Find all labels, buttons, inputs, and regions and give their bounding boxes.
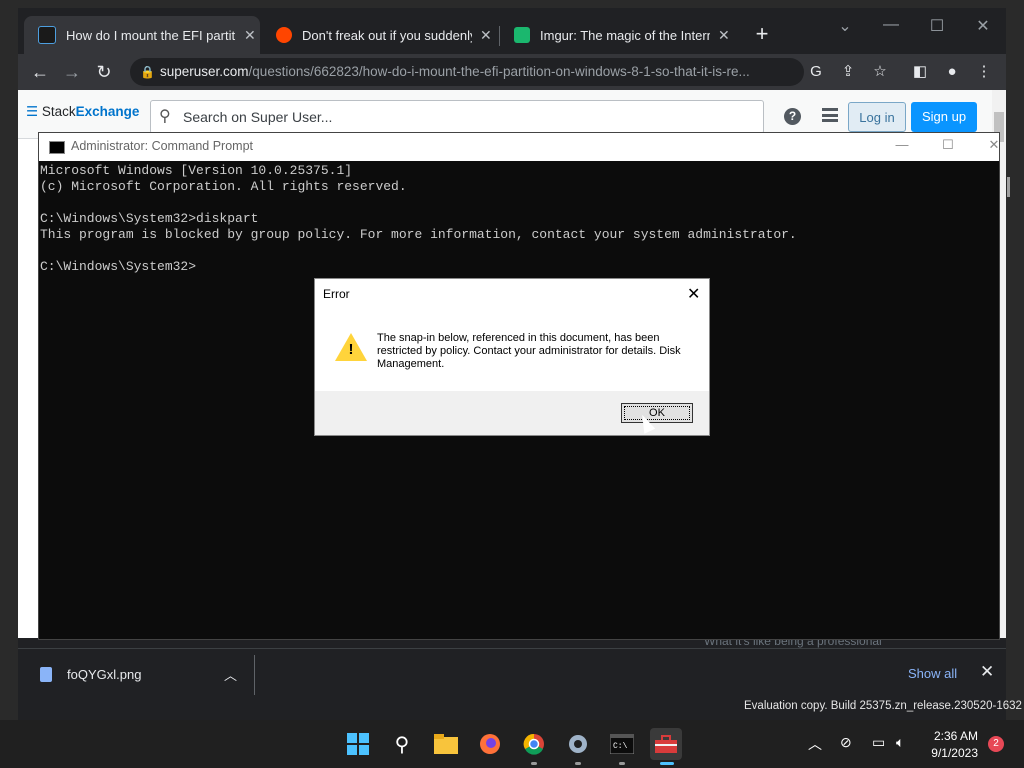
reddit-icon [276,27,292,43]
download-shelf: foQYGxl.png ︿ Show all ✕ [18,648,1006,701]
reload-button[interactable]: ↻ [92,60,116,84]
signup-button[interactable]: Sign up [911,102,977,132]
console-line: Microsoft Windows [Version 10.0.25375.1] [40,163,353,178]
tab-title: Don't freak out if you suddenly c [302,27,472,43]
console-prompt: C:\Windows\System32> [40,259,197,274]
dialog-message: The snap-in below, referenced in this do… [377,332,681,370]
address-bar[interactable]: 🔒 superuser.com/questions/662823/how-do-… [130,58,804,86]
network-off-icon[interactable]: ⊘ [840,734,852,751]
login-button[interactable]: Log in [848,102,906,132]
folder-icon [434,734,458,754]
tab-title: Imgur: The magic of the Internet [540,27,710,43]
console-line: This program is blocked by group policy.… [40,227,797,242]
firefox-icon[interactable] [474,728,506,760]
sidebar-icon[interactable]: ◧ [908,60,932,84]
windows-logo-icon [347,733,369,755]
tab-superuser[interactable]: How do I mount the EFI partitio ✕ [24,16,260,54]
running-indicator [575,762,581,765]
tab-reddit[interactable]: Don't freak out if you suddenly c ✕ [262,16,498,54]
menu-kebab-icon[interactable]: ⋮ [972,60,996,84]
search-icon: ⚲ [159,108,171,125]
search-icon[interactable]: ⚲ [386,728,418,760]
terminal-icon [49,141,65,154]
toolbox-app-icon[interactable] [650,728,682,760]
chevron-up-icon[interactable]: ︿ [808,734,822,754]
forward-button[interactable]: → [60,60,84,84]
minimize-button[interactable]: — [887,137,917,152]
profile-icon[interactable]: ● [940,60,964,84]
close-icon[interactable]: ✕ [687,284,700,304]
new-tab-button[interactable]: + [748,20,776,48]
console-line: C:\Windows\System32>diskpart [40,211,259,226]
search-input[interactable]: ⚲ Search on Super User... [150,100,764,134]
close-window-button[interactable]: ✕ [960,16,1006,36]
svg-text:C:\: C:\ [613,742,628,751]
cmd-title: Administrator: Command Prompt [71,139,254,153]
tab-strip: How do I mount the EFI partitio ✕ Don't … [18,8,1006,54]
close-tab-icon[interactable]: ✕ [244,27,256,44]
close-window-button[interactable]: ✕ [979,137,1009,153]
display-icon[interactable]: ▭ [872,734,885,751]
tab-title: How do I mount the EFI partitio [66,27,236,43]
back-button[interactable]: ← [28,60,52,84]
help-icon[interactable]: ? [784,108,801,125]
browser-toolbar: ← → ↻ 🔒 superuser.com/questions/662823/h… [18,54,1006,90]
console-line: (c) Microsoft Corporation. All rights re… [40,179,407,194]
cmd-scrollbar[interactable] [1007,177,1010,197]
chevron-down-icon[interactable]: ⌄ [822,16,868,36]
stackexchange-icon [38,26,56,44]
close-tab-icon[interactable]: ✕ [480,27,492,44]
download-file-name[interactable]: foQYGxl.png [67,667,141,682]
menu-icon[interactable] [822,108,838,122]
search-placeholder: Search on Super User... [183,109,333,125]
divider [254,655,255,695]
start-button[interactable] [342,728,374,760]
settings-icon[interactable] [562,728,594,760]
stackexchange-logo[interactable]: ☰ StackExchange [26,104,139,120]
show-all-button[interactable]: Show all [908,666,957,681]
close-tab-icon[interactable]: ✕ [718,27,730,44]
logo-text-bold: Exchange [75,104,140,119]
file-icon [40,667,52,682]
active-indicator [660,762,674,765]
lock-icon: 🔒 [140,65,155,79]
cmd-titlebar[interactable]: Administrator: Command Prompt — ☐ ✕ [39,133,999,161]
running-indicator [531,762,537,765]
chrome-icon[interactable] [518,728,550,760]
speaker-icon[interactable]: 🔈︎ [896,734,904,751]
taskbar: ⚲ C:\ ︿ ⊘ ▭ 🔈︎ 2:36 AM 9/1/2023 2 [0,720,1024,768]
url-path: /questions/662823/how-do-i-mount-the-efi… [248,64,750,79]
ok-button[interactable]: OK [621,403,693,423]
dialog-titlebar[interactable]: Error ✕ [315,279,709,309]
warning-exclamation: ! [348,341,354,358]
google-icon[interactable]: G [804,60,828,84]
share-icon[interactable]: ⇪ [836,60,860,84]
imgur-icon [514,27,530,43]
toolbox-icon [655,735,677,753]
dialog-title: Error [323,287,350,301]
maximize-button[interactable]: ☐ [914,16,960,36]
close-icon[interactable]: ✕ [980,662,994,682]
chevron-up-icon[interactable]: ︿ [224,665,237,684]
clock-time[interactable]: 2:36 AM [930,729,978,743]
tab-imgur[interactable]: Imgur: The magic of the Internet ✕ [500,16,736,54]
terminal-icon[interactable]: C:\ [606,728,638,760]
maximize-button[interactable]: ☐ [933,137,963,153]
bookmark-star-icon[interactable]: ☆ [868,60,892,84]
dialog-body: ! The snap-in below, referenced in this … [315,309,709,391]
clock-date[interactable]: 9/1/2023 [926,746,978,760]
evaluation-watermark: Evaluation copy. Build 25375.zn_release.… [744,700,1022,712]
notification-badge[interactable]: 2 [988,736,1004,752]
gear-icon [569,735,587,753]
minimize-button[interactable]: — [868,16,914,34]
file-explorer-icon[interactable] [430,728,462,760]
error-dialog: Error ✕ ! The snap-in below, referenced … [314,278,710,436]
logo-text: Stack [41,104,76,119]
url-host: superuser.com [160,64,249,79]
running-indicator [619,762,625,765]
